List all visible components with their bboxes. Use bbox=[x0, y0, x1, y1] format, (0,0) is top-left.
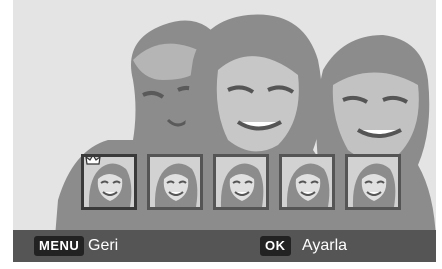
face-thumbnail-image bbox=[216, 157, 266, 207]
viewfinder: MENU Geri OK Ayarla bbox=[13, 0, 436, 262]
back-label: Geri bbox=[88, 237, 119, 254]
face-thumbnail-5[interactable] bbox=[345, 154, 401, 210]
face-thumbnail-4[interactable] bbox=[279, 154, 335, 210]
face-thumbnail-2[interactable] bbox=[147, 154, 203, 210]
person-right bbox=[309, 35, 436, 262]
camera-screen: MENU Geri OK Ayarla bbox=[0, 0, 442, 269]
face-thumbnail-image bbox=[348, 157, 398, 207]
group-photo-preview bbox=[13, 0, 436, 262]
crown-icon bbox=[85, 157, 101, 165]
ok-key[interactable]: OK bbox=[260, 236, 291, 256]
face-thumbnail-3[interactable] bbox=[213, 154, 269, 210]
set-label: Ayarla bbox=[302, 237, 348, 254]
face-thumbnail-image bbox=[150, 157, 200, 207]
bottom-action-bar: MENU Geri OK Ayarla bbox=[13, 230, 436, 262]
face-thumbnail-1[interactable] bbox=[81, 154, 137, 210]
menu-key[interactable]: MENU bbox=[34, 236, 85, 256]
face-thumbnail-image bbox=[282, 157, 332, 207]
face-thumbnail-row bbox=[81, 154, 411, 210]
